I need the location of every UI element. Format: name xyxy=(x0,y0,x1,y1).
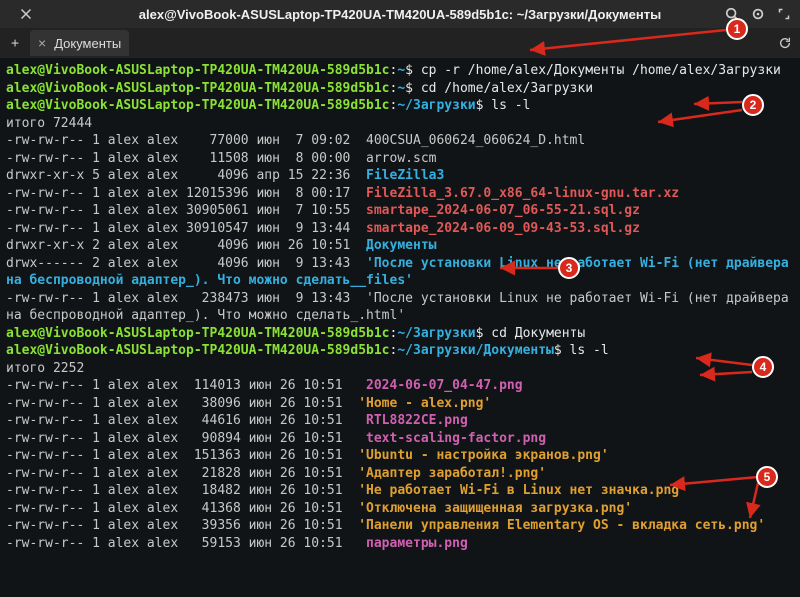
terminal-line: -rw-rw-r-- 1 alex alex 41368 июн 26 10:5… xyxy=(6,500,794,518)
terminal-line: итого 72444 xyxy=(6,115,794,133)
terminal-line: -rw-rw-r-- 1 alex alex 18482 июн 26 10:5… xyxy=(6,482,794,500)
terminal-line: -rw-rw-r-- 1 alex alex 114013 июн 26 10:… xyxy=(6,377,794,395)
terminal-line: drwxr-xr-x 2 alex alex 4096 июн 26 10:51… xyxy=(6,237,794,255)
terminal-output[interactable]: alex@VivoBook-ASUSLaptop-TP420UA-TM420UA… xyxy=(0,58,800,597)
gear-icon[interactable] xyxy=(750,6,766,22)
terminal-line: drwx------ 2 alex alex 4096 июн 9 13:43 … xyxy=(6,255,794,290)
new-tab-button[interactable]: + xyxy=(4,32,26,54)
close-tab-icon[interactable]: × xyxy=(38,36,46,50)
terminal-line: -rw-rw-r-- 1 alex alex 77000 июн 7 09:02… xyxy=(6,132,794,150)
terminal-line: -rw-rw-r-- 1 alex alex 11508 июн 8 00:00… xyxy=(6,150,794,168)
terminal-line: alex@VivoBook-ASUSLaptop-TP420UA-TM420UA… xyxy=(6,342,794,360)
window-title: alex@VivoBook-ASUSLaptop-TP420UA-TM420UA… xyxy=(0,7,800,22)
terminal-line: alex@VivoBook-ASUSLaptop-TP420UA-TM420UA… xyxy=(6,97,794,115)
terminal-line: -rw-rw-r-- 1 alex alex 44616 июн 26 10:5… xyxy=(6,412,794,430)
terminal-line: -rw-rw-r-- 1 alex alex 39356 июн 26 10:5… xyxy=(6,517,794,535)
terminal-line: -rw-rw-r-- 1 alex alex 38096 июн 26 10:5… xyxy=(6,395,794,413)
terminal-line: alex@VivoBook-ASUSLaptop-TP420UA-TM420UA… xyxy=(6,62,794,80)
window-close-icon[interactable] xyxy=(18,6,34,22)
terminal-line: alex@VivoBook-ASUSLaptop-TP420UA-TM420UA… xyxy=(6,80,794,98)
refresh-icon[interactable] xyxy=(774,32,796,54)
terminal-line: -rw-rw-r-- 1 alex alex 59153 июн 26 10:5… xyxy=(6,535,794,553)
terminal-line: drwxr-xr-x 5 alex alex 4096 апр 15 22:36… xyxy=(6,167,794,185)
terminal-line: alex@VivoBook-ASUSLaptop-TP420UA-TM420UA… xyxy=(6,325,794,343)
titlebar: alex@VivoBook-ASUSLaptop-TP420UA-TM420UA… xyxy=(0,0,800,28)
terminal-line: -rw-rw-r-- 1 alex alex 151363 июн 26 10:… xyxy=(6,447,794,465)
terminal-line: -rw-rw-r-- 1 alex alex 30910547 июн 9 13… xyxy=(6,220,794,238)
terminal-line: итого 2252 xyxy=(6,360,794,378)
terminal-line: -rw-rw-r-- 1 alex alex 21828 июн 26 10:5… xyxy=(6,465,794,483)
terminal-line: -rw-rw-r-- 1 alex alex 238473 июн 9 13:4… xyxy=(6,290,794,325)
terminal-line: -rw-rw-r-- 1 alex alex 12015396 июн 8 00… xyxy=(6,185,794,203)
search-icon[interactable] xyxy=(724,6,740,22)
maximize-icon[interactable] xyxy=(776,6,792,22)
tab-documents[interactable]: × Документы xyxy=(30,30,129,56)
terminal-line: -rw-rw-r-- 1 alex alex 30905061 июн 7 10… xyxy=(6,202,794,220)
tab-label: Документы xyxy=(54,36,121,51)
tabbar: + × Документы xyxy=(0,28,800,58)
terminal-line: -rw-rw-r-- 1 alex alex 90894 июн 26 10:5… xyxy=(6,430,794,448)
